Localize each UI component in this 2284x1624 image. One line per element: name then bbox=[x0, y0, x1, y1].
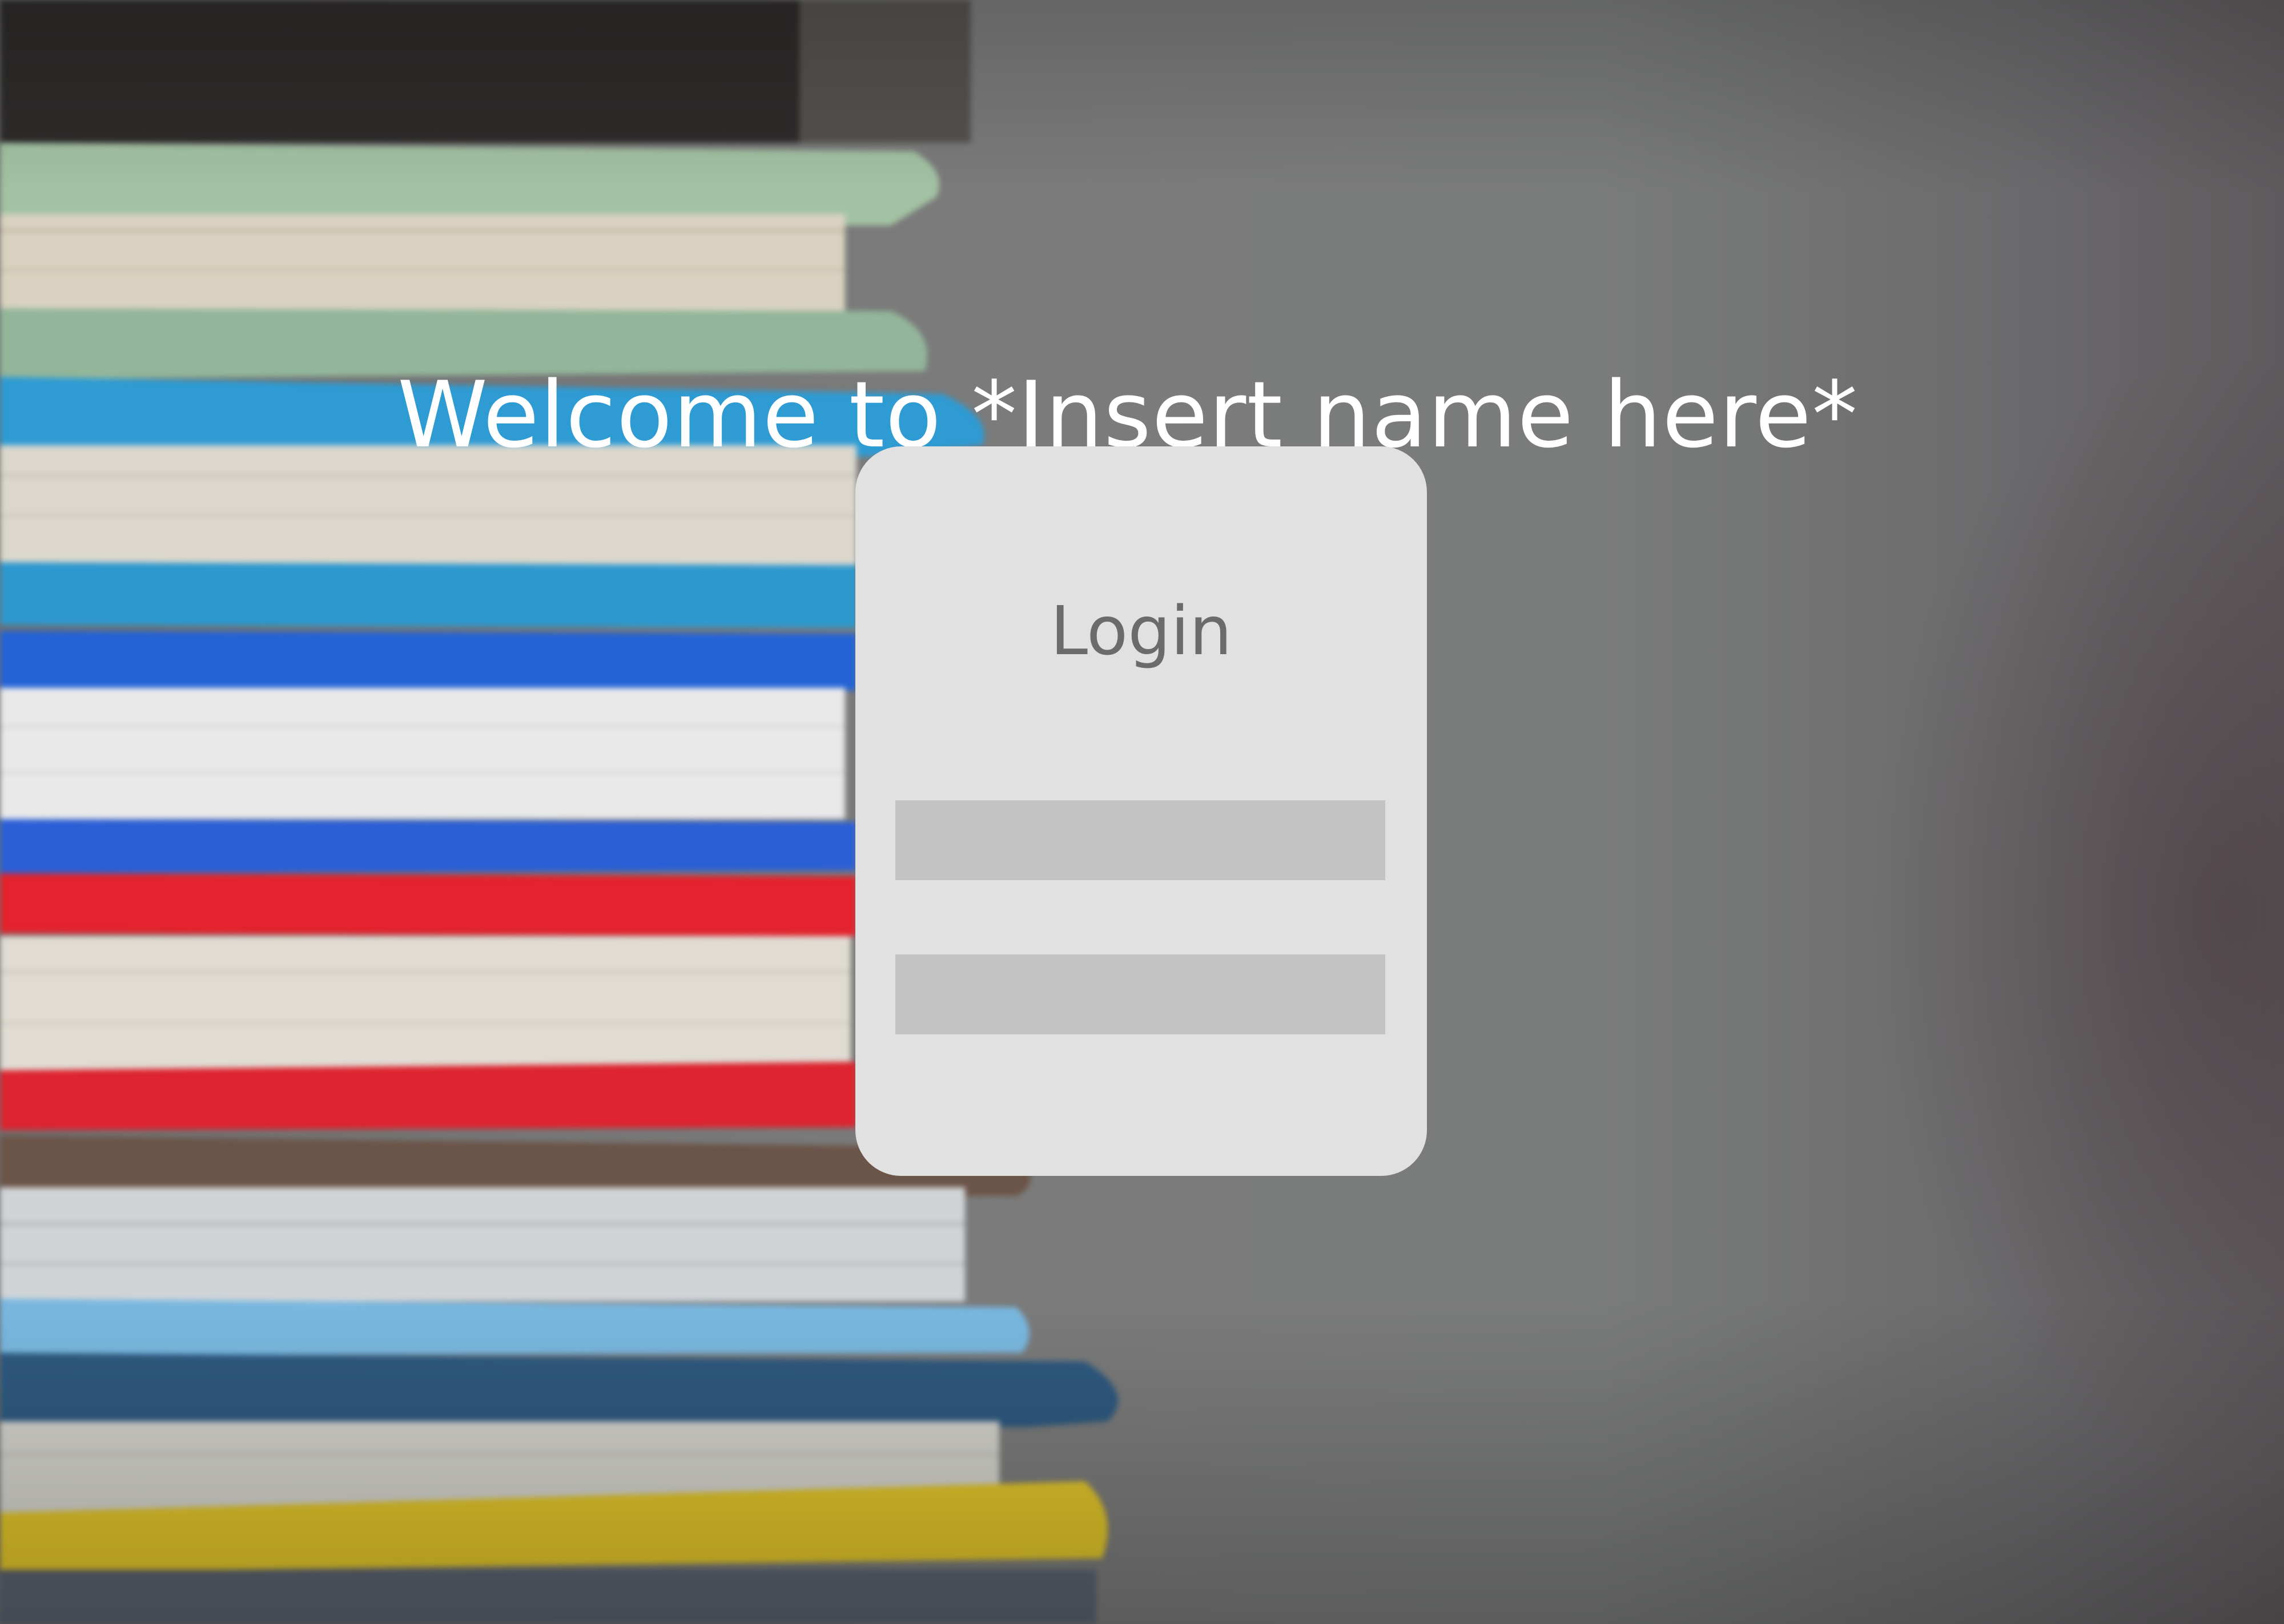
login-card: Login bbox=[855, 446, 1427, 1176]
login-page: Welcome to *Insert name here* Login bbox=[0, 0, 2284, 1624]
username-input[interactable] bbox=[895, 800, 1385, 880]
login-heading: Login bbox=[1050, 591, 1232, 670]
password-input[interactable] bbox=[895, 954, 1385, 1034]
